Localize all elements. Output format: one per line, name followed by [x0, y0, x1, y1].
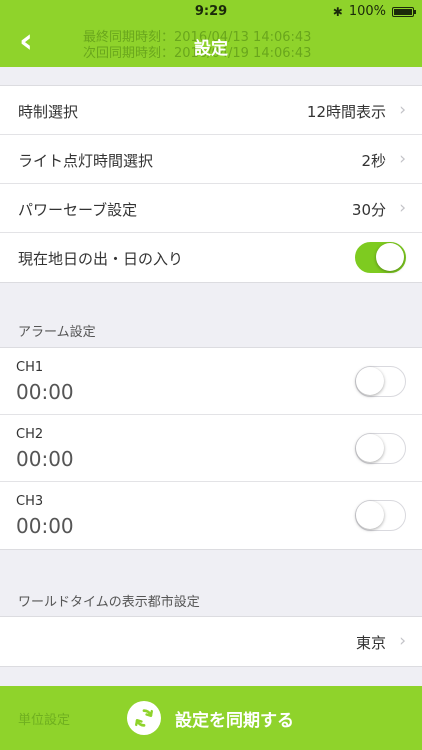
time-format-row[interactable]: 時制選択 12時間表示 › — [0, 86, 422, 135]
chevron-right-icon: › — [399, 631, 406, 651]
bluetooth-icon: ✱ — [332, 4, 343, 19]
chevron-right-icon: › — [399, 149, 406, 169]
sync-settings-button[interactable]: 設定を同期する — [127, 700, 294, 736]
light-duration-label: ライト点灯時間選択 — [18, 152, 154, 170]
status-right: ✱ 100% — [332, 4, 416, 19]
nav-header: 9:29 ✱ 100% ‹ 最終同期時刻：2016/04/13 14:06:43… — [0, 0, 422, 67]
toggle-knob — [376, 243, 404, 271]
alarm-row-ch1[interactable]: CH1 00:00 — [0, 348, 422, 415]
status-bar: 9:29 ✱ 100% — [0, 0, 422, 22]
units-section-header: 単位設定 — [18, 713, 71, 728]
general-settings-group: 時制選択 12時間表示 › ライト点灯時間選択 2秒 › パワーセーブ設定 30… — [0, 85, 422, 283]
sunrise-sunset-toggle[interactable] — [355, 242, 406, 273]
alarm-channel: CH1 — [16, 360, 44, 375]
time-format-value: 12時間表示 — [306, 103, 386, 121]
sunrise-sunset-label: 現在地日の出・日の入り — [18, 250, 184, 268]
world-city-row[interactable]: 東京 › — [0, 617, 422, 666]
toggle-knob — [356, 367, 384, 395]
page-title: 設定 — [194, 39, 228, 59]
alarm-channel: CH3 — [16, 494, 44, 509]
sunrise-sunset-row: 現在地日の出・日の入り — [0, 233, 422, 282]
chevron-right-icon: › — [399, 198, 406, 218]
world-time-section-header: ワールドタイムの表示都市設定 — [18, 595, 200, 610]
alarm-toggle-ch3[interactable] — [355, 500, 406, 531]
alarm-toggle-ch1[interactable] — [355, 366, 406, 397]
time-format-label: 時制選択 — [18, 103, 79, 121]
battery-fill — [394, 8, 412, 15]
alarm-row-ch3[interactable]: CH3 00:00 — [0, 482, 422, 549]
toggle-knob — [356, 501, 384, 529]
world-city-value: 東京 — [355, 634, 386, 652]
alarm-section-header: アラーム設定 — [18, 325, 96, 340]
toggle-knob — [356, 434, 384, 462]
alarm-toggle-ch2[interactable] — [355, 433, 406, 464]
light-duration-value: 2秒 — [361, 152, 386, 170]
light-duration-row[interactable]: ライト点灯時間選択 2秒 › — [0, 135, 422, 184]
alarm-time: 00:00 — [16, 380, 74, 404]
alarm-channel: CH2 — [16, 427, 44, 442]
alarm-time: 00:00 — [16, 447, 74, 471]
power-save-row[interactable]: パワーセーブ設定 30分 › — [0, 184, 422, 233]
power-save-value: 30分 — [351, 201, 386, 219]
sync-button-label: 設定を同期する — [175, 710, 294, 731]
battery-percent: 100% — [348, 4, 386, 19]
alarm-time: 00:00 — [16, 514, 74, 538]
battery-icon — [392, 6, 416, 17]
alarm-row-ch2[interactable]: CH2 00:00 — [0, 415, 422, 482]
sync-icon — [127, 701, 161, 735]
chevron-right-icon: › — [399, 100, 406, 120]
power-save-label: パワーセーブ設定 — [18, 201, 138, 219]
world-time-group: 東京 › — [0, 616, 422, 667]
alarm-group: CH1 00:00 CH2 00:00 CH3 00:00 — [0, 347, 422, 550]
